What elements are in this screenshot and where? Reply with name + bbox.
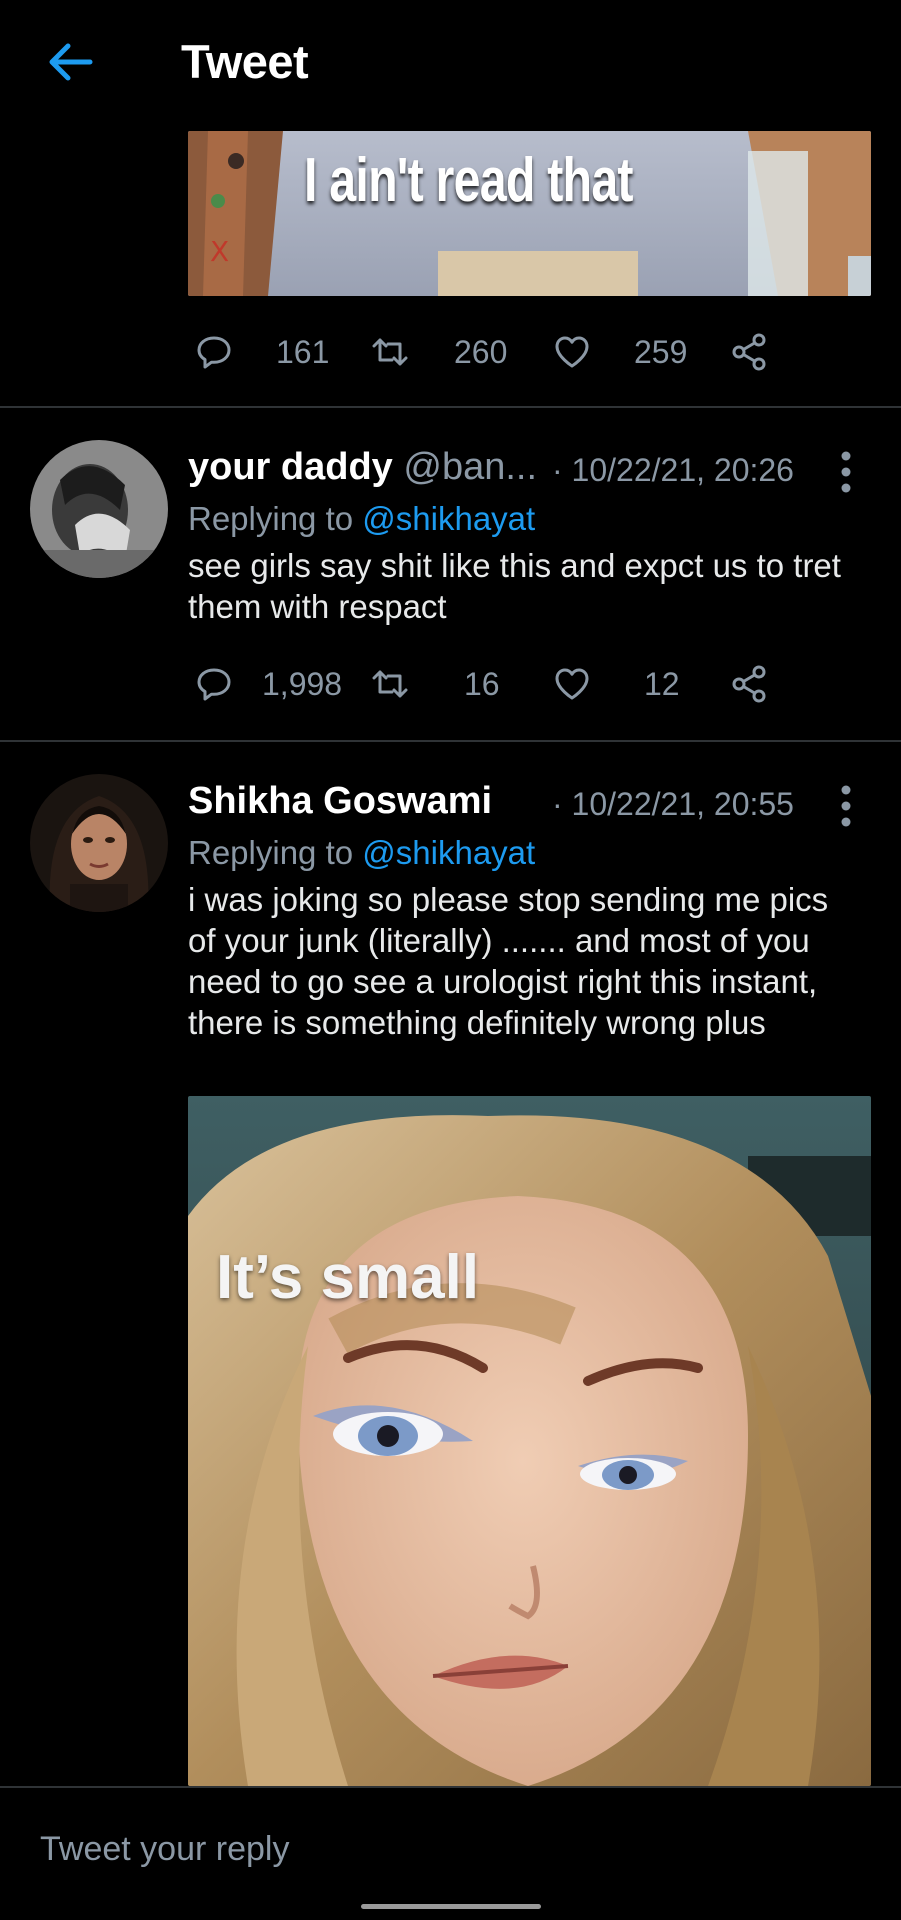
avatar[interactable]	[30, 774, 168, 912]
replying-to: Replying to @shikhayat	[188, 834, 535, 872]
tweet-text: see girls say shit like this and expct u…	[188, 547, 841, 625]
reply-count: 161	[276, 334, 330, 370]
share-icon	[732, 665, 766, 703]
like-count: 12	[644, 666, 680, 702]
retweet-count: 16	[464, 666, 500, 702]
media-caption: It’s small	[216, 1243, 480, 1312]
more-options-button[interactable]	[832, 448, 860, 496]
heart-icon	[555, 336, 589, 368]
home-indicator[interactable]	[361, 1904, 541, 1909]
media-caption: I ain't read that	[304, 146, 634, 215]
retweet-icon	[372, 670, 408, 698]
avatar-photo	[30, 774, 168, 912]
comment-icon	[197, 668, 231, 701]
reply-composer-bar	[0, 1786, 901, 1920]
tweet-timestamp: · 10/22/21, 20:26	[552, 452, 794, 488]
share-icon	[732, 333, 766, 371]
more-options-button[interactable]	[832, 782, 860, 830]
tweet-text: i was joking so please stop sending me p…	[188, 881, 829, 1041]
mention-link[interactable]: @shikhayat	[362, 834, 535, 871]
comment-icon	[197, 336, 231, 369]
like-count: 259	[634, 334, 688, 370]
like-button[interactable]	[552, 322, 592, 382]
retweet-count: 260	[454, 334, 508, 370]
display-name[interactable]: Shikha Goswami	[188, 780, 492, 822]
tweet-timestamp: · 10/22/21, 20:55	[552, 786, 794, 822]
share-button[interactable]	[730, 322, 770, 382]
meme-doll-face	[188, 1096, 871, 1786]
share-button[interactable]	[730, 654, 770, 714]
mention-link[interactable]: @shikhayat	[362, 500, 535, 537]
tweet-author: Shikha Goswami	[188, 780, 492, 823]
tweet[interactable]: your daddy @ban... · 10/22/21, 20:26 Rep…	[0, 408, 901, 740]
tweet-action-bar: 1,998 16 12	[188, 654, 808, 714]
avatar-photo	[30, 440, 168, 578]
user-handle[interactable]: @ban...	[403, 446, 537, 488]
page-title: Tweet	[181, 35, 309, 88]
tweet-author: your daddy @ban...	[188, 446, 537, 489]
top-app-bar: Tweet	[0, 0, 901, 125]
retweet-button[interactable]	[370, 322, 410, 382]
heart-icon	[555, 668, 589, 700]
reply-count: 1,998	[262, 666, 343, 702]
retweet-icon	[372, 338, 408, 366]
reply-input[interactable]	[40, 1830, 840, 1869]
reply-button[interactable]	[194, 654, 234, 714]
back-button[interactable]	[44, 36, 96, 88]
more-vertical-icon	[841, 451, 851, 493]
like-button[interactable]	[552, 654, 592, 714]
svg-text:X: X	[210, 235, 229, 268]
tweet-action-bar: 161 260 259	[188, 322, 808, 382]
display-name[interactable]: your daddy	[188, 446, 393, 488]
avatar[interactable]	[30, 440, 168, 578]
arrow-left-icon	[49, 43, 93, 81]
replying-to-label: Replying to	[188, 834, 354, 871]
replying-to: Replying to @shikhayat	[188, 500, 535, 538]
tweet-media-image[interactable]: X I ain't read that	[188, 131, 871, 296]
replying-to-label: Replying to	[188, 500, 354, 537]
reply-button[interactable]	[194, 322, 234, 382]
retweet-button[interactable]	[370, 654, 410, 714]
tweet-media-image[interactable]: It’s small	[188, 1096, 871, 1786]
more-vertical-icon	[841, 785, 851, 827]
